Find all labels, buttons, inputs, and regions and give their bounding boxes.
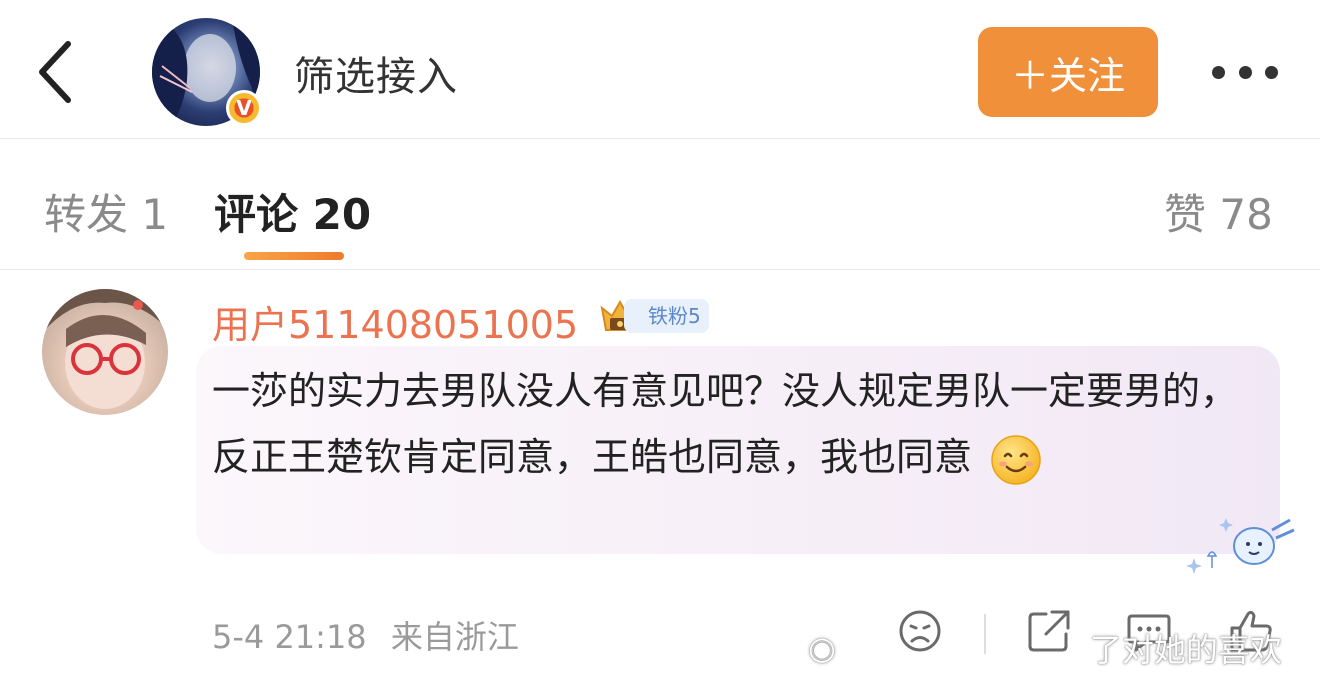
fan-badge: 铁粉5 xyxy=(598,294,709,338)
commenter-avatar[interactable] xyxy=(42,289,168,415)
comment-location: 来自浙江 xyxy=(390,618,519,656)
comment-time: 5-4 21:18 xyxy=(212,618,367,656)
comment-text-block: 一莎的实力去男队没人有意见吧？没人规定男队一定要男的，反正王楚钦肯定同意，王皓也… xyxy=(212,358,1262,490)
comment-meta: 5-4 21:18 来自浙江 xyxy=(212,612,519,658)
watermark-blank xyxy=(840,634,1090,662)
bubble-sticker-decoration xyxy=(1186,518,1295,574)
more-horizontal-icon[interactable] xyxy=(1212,62,1278,82)
account-avatar[interactable]: V xyxy=(152,18,262,128)
commenter-photo xyxy=(42,289,168,409)
tab-bar: 转发 1 评论 20 赞 78 xyxy=(0,139,1320,270)
active-tab-indicator xyxy=(244,252,344,260)
commenter-username[interactable]: 用户5114080510​05 xyxy=(212,294,578,349)
tab-repost[interactable]: 转发 1 xyxy=(44,181,168,242)
fan-badge-label: 铁粉5 xyxy=(624,299,709,333)
comment-text: 一莎的实力去男队没人有意见吧？没人规定男队一定要男的，反正王楚钦肯定同意，王皓也… xyxy=(212,369,1239,479)
smile-icon xyxy=(991,434,1041,485)
weibo-logo-icon: ◉ xyxy=(808,629,836,667)
tab-like[interactable]: 赞 78 xyxy=(1164,181,1273,242)
verified-badge: V xyxy=(226,90,262,126)
weibo-watermark: ◉ 了对她的喜欢 xyxy=(808,618,1282,678)
top-bar: V 筛选接入 ＋关注 xyxy=(0,0,1320,139)
tab-comment[interactable]: 评论 20 xyxy=(214,181,371,242)
follow-button[interactable]: ＋关注 xyxy=(978,27,1158,117)
watermark-text: 了对她的喜欢 xyxy=(1089,631,1282,669)
chevron-left-icon[interactable] xyxy=(34,40,78,104)
account-name[interactable]: 筛选接入 xyxy=(294,44,458,102)
